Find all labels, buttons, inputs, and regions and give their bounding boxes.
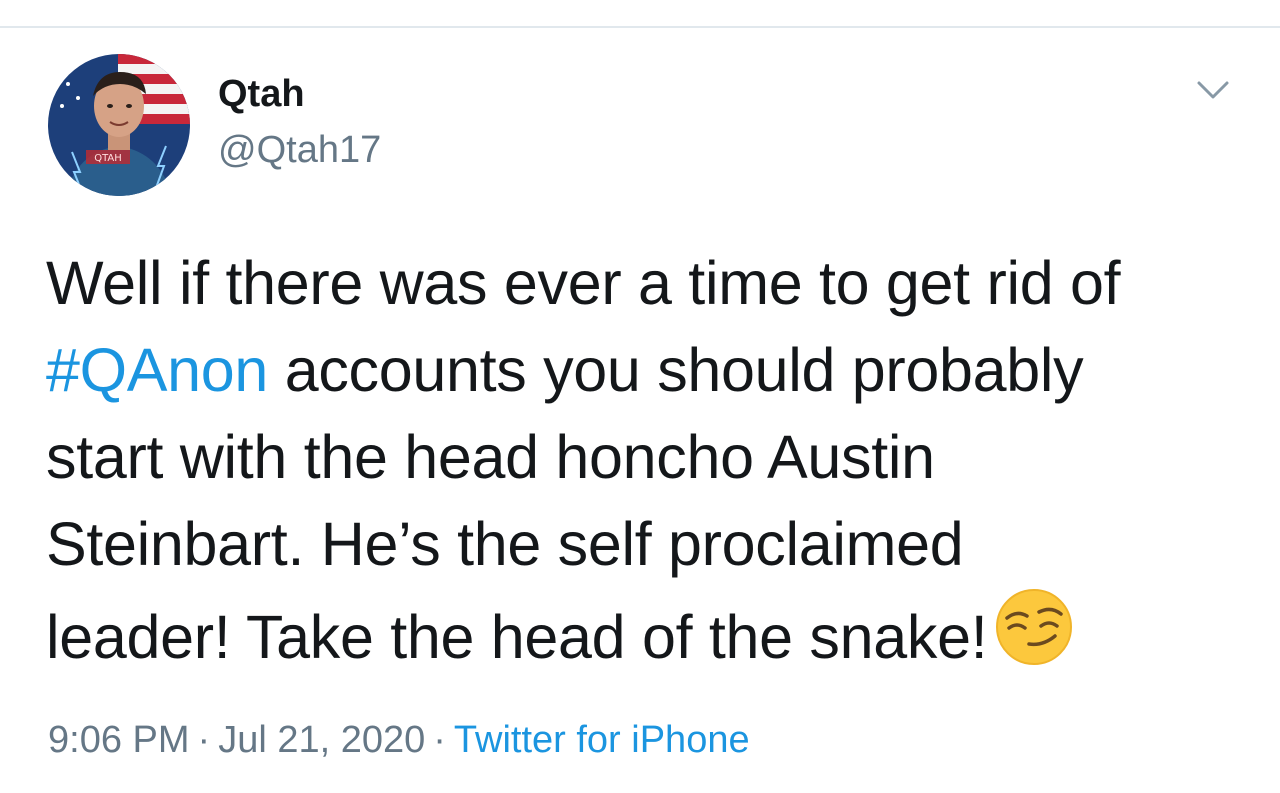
author-handle[interactable]: @Qtah17: [218, 128, 381, 172]
tweet-line-3: start with the head honcho Austin: [46, 423, 935, 491]
avatar-image: QTAH: [48, 54, 190, 196]
hashtag-link[interactable]: #QAnon: [46, 336, 268, 404]
avatar[interactable]: QTAH: [48, 54, 190, 196]
tweet-source-link[interactable]: Twitter for iPhone: [454, 719, 750, 761]
tweet-line-5: leader! Take the head of the snake!: [46, 588, 1236, 689]
tweet-date[interactable]: Jul 21, 2020: [218, 719, 425, 761]
tweet-line-2: #QAnon accounts you should probably: [46, 327, 1236, 414]
tweet-text: Well if there was ever a time to get rid…: [46, 240, 1236, 689]
avatar-logo-text: QTAH: [94, 153, 122, 164]
tweet-line-4: Steinbart. He’s the self proclaimed: [46, 510, 964, 578]
meta-separator-2: ·: [433, 719, 446, 761]
meta-separator: ·: [197, 719, 211, 761]
tweet-line-2-rest: accounts you should probably: [268, 336, 1084, 404]
top-divider: [0, 26, 1280, 28]
tweet-line-1: Well if there was ever a time to get rid…: [46, 249, 1121, 317]
author-name[interactable]: Qtah: [218, 72, 305, 116]
tweet-time[interactable]: 9:06 PM: [48, 719, 190, 761]
more-options-button[interactable]: [1188, 70, 1238, 110]
chevron-down-icon: [1197, 81, 1229, 99]
tweet-meta: 9:06 PM · Jul 21, 2020 · Twitter for iPhone: [48, 716, 750, 764]
smirking-face-icon: [995, 588, 1073, 689]
tweet-line-5-text: leader! Take the head of the snake!: [46, 603, 988, 671]
